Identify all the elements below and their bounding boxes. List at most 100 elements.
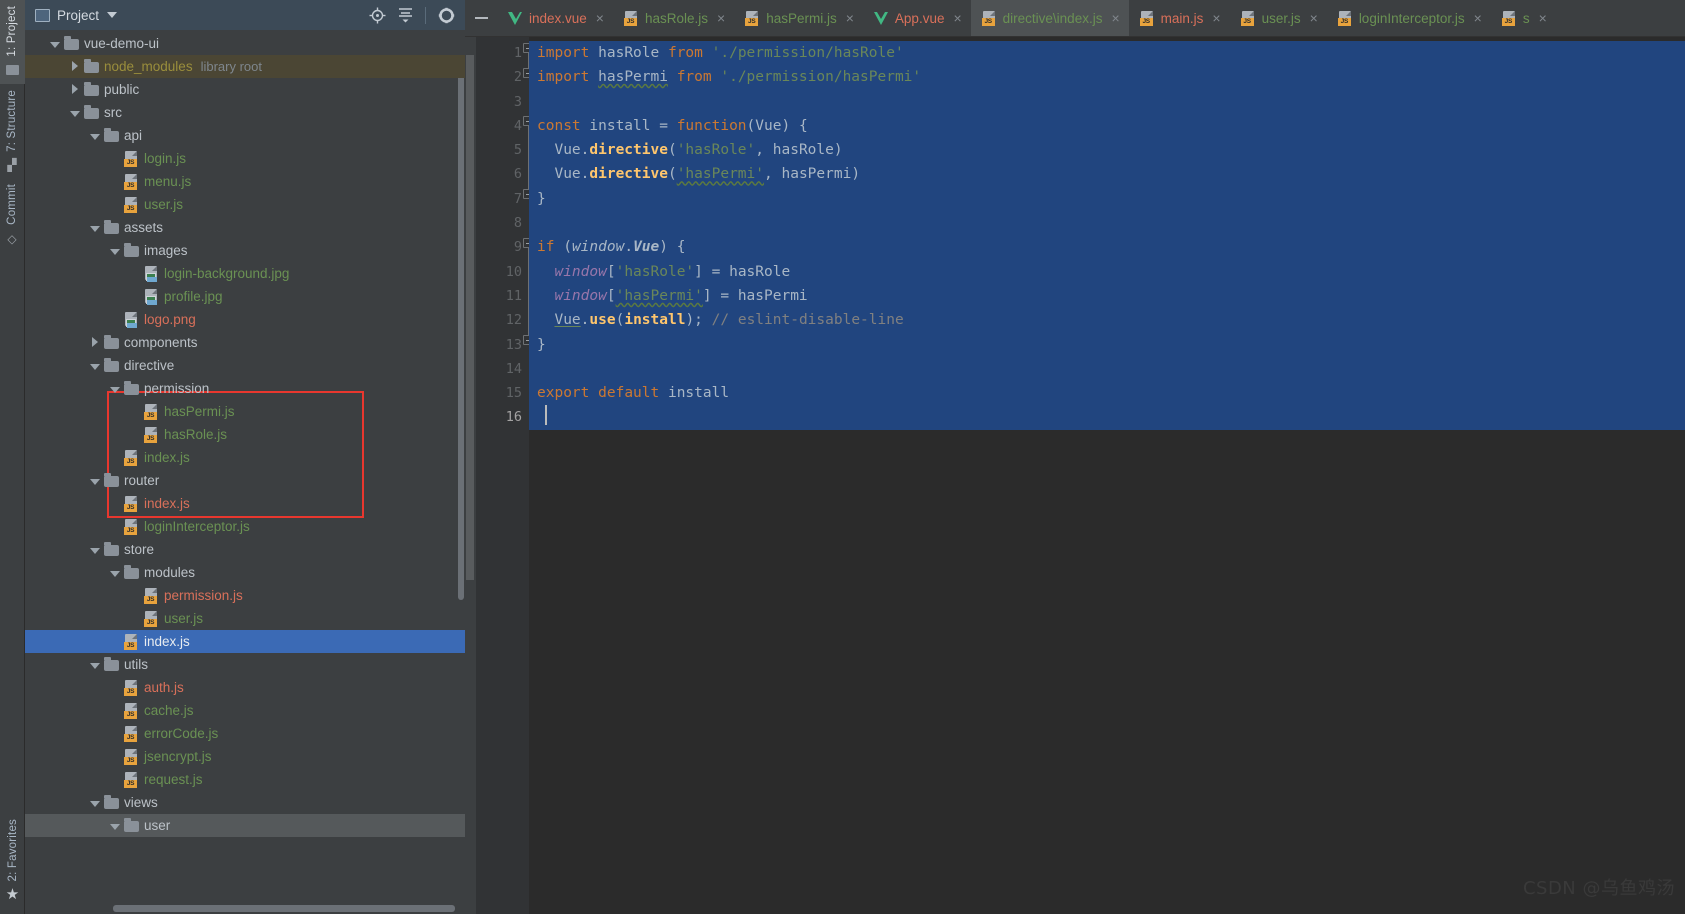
code-editor[interactable]: 1 2 3 4 5 6 7 8 9 10 11 12 13 14 15 16 import hasRole f… — [465, 37, 1685, 914]
chevron-down-icon[interactable] — [107, 12, 118, 18]
tree-row-permission[interactable]: permission — [25, 377, 465, 400]
tree-row-errorcode-js[interactable]: JS errorCode.js — [25, 722, 465, 745]
tree-row-cache-js[interactable]: JS cache.js — [25, 699, 465, 722]
tree-row-logo-png[interactable]: logo.png — [25, 308, 465, 331]
chevron-down-icon[interactable] — [89, 475, 101, 487]
tree-row-label: errorCode.js — [144, 726, 219, 741]
tool-window-button-project[interactable]: 1: Project — [0, 0, 25, 84]
chevron-down-icon[interactable] — [109, 245, 121, 257]
tree-row-label: index.js — [144, 450, 190, 465]
editor-tab-s[interactable]: JS s × — [1491, 0, 1556, 36]
chevron-down-icon[interactable] — [89, 544, 101, 556]
tree-row-user-js[interactable]: JS user.js — [25, 193, 465, 216]
tree-row-vue-demo-ui[interactable]: vue-demo-ui — [25, 32, 465, 55]
tool-window-button-commit[interactable]: Commit ◇ — [0, 178, 25, 252]
close-icon[interactable]: × — [1539, 10, 1547, 26]
minimize-icon[interactable] — [465, 0, 497, 36]
tree-row-auth-js[interactable]: JS auth.js — [25, 676, 465, 699]
project-horizontal-scrollbar[interactable] — [113, 905, 455, 912]
chevron-down-icon[interactable] — [109, 383, 121, 395]
editor-tab-directive-index-js[interactable]: JS directive\index.js × — [970, 0, 1129, 36]
close-icon[interactable]: × — [1212, 10, 1220, 26]
chevron-down-icon[interactable] — [49, 38, 61, 50]
chevron-down-icon[interactable] — [69, 107, 81, 119]
editor-gutter: 1 2 3 4 5 6 7 8 9 10 11 12 13 14 15 16 — [465, 37, 533, 914]
close-icon[interactable]: × — [953, 10, 961, 26]
editor-tab-main-js[interactable]: JS main.js × — [1129, 0, 1230, 36]
chevron-right-icon[interactable] — [89, 336, 101, 349]
chevron-down-icon[interactable] — [89, 222, 101, 234]
source-code: import hasRole from './permission/hasRol… — [529, 41, 1685, 430]
js-file-icon: JS — [124, 518, 139, 535]
tree-row-router[interactable]: router — [25, 469, 465, 492]
editor-tab-logininterceptor-js[interactable]: JS loginInterceptor.js × — [1327, 0, 1491, 36]
tree-row-permission-js[interactable]: JS permission.js — [25, 584, 465, 607]
close-icon[interactable]: × — [1111, 10, 1119, 26]
tree-row-components[interactable]: components — [25, 331, 465, 354]
close-icon[interactable]: × — [717, 10, 725, 26]
tree-row-index-js[interactable]: JS index.js — [25, 630, 465, 653]
tree-row-src[interactable]: src — [25, 101, 465, 124]
js-file-icon: JS — [124, 495, 139, 512]
tree-row-label: permission.js — [164, 588, 243, 603]
tree-row-store[interactable]: store — [25, 538, 465, 561]
code-line: export default install — [537, 385, 730, 402]
editor-tab-app-vue[interactable]: App.vue × — [863, 0, 971, 36]
tree-row-public[interactable]: public — [25, 78, 465, 101]
tree-row-jsencrypt-js[interactable]: JS jsencrypt.js — [25, 745, 465, 768]
tree-row-menu-js[interactable]: JS menu.js — [25, 170, 465, 193]
code-line: Vue.use(install); // eslint-disable-line — [554, 312, 904, 329]
tree-row-index-js[interactable]: JS index.js — [25, 446, 465, 469]
chevron-right-icon[interactable] — [69, 60, 81, 73]
collapse-all-icon[interactable] — [392, 2, 418, 28]
tree-row-login-js[interactable]: JS login.js — [25, 147, 465, 170]
chevron-down-icon[interactable] — [89, 360, 101, 372]
tree-row-label: login-background.jpg — [164, 266, 290, 281]
tree-row-hasrole-js[interactable]: JS hasRole.js — [25, 423, 465, 446]
chevron-down-icon[interactable] — [89, 659, 101, 671]
editor-tab-index-vue[interactable]: index.vue × — [497, 0, 613, 36]
tree-row-directive[interactable]: directive — [25, 354, 465, 377]
editor-tab-haspermi-js[interactable]: JS hasPermi.js × — [734, 0, 863, 36]
locate-target-icon[interactable] — [364, 2, 390, 28]
tree-row-haspermi-js[interactable]: JS hasPermi.js — [25, 400, 465, 423]
chevron-down-icon[interactable] — [109, 820, 121, 832]
tree-row-modules[interactable]: modules — [25, 561, 465, 584]
close-icon[interactable]: × — [1474, 10, 1482, 26]
chevron-down-icon[interactable] — [89, 797, 101, 809]
close-icon[interactable]: × — [1310, 10, 1318, 26]
folder-icon — [104, 128, 119, 142]
js-file-icon: JS — [124, 633, 139, 650]
tool-window-button-structure[interactable]: 7: Structure ▞ — [0, 84, 25, 179]
tree-row-request-js[interactable]: JS request.js — [25, 768, 465, 791]
code-text-area[interactable]: import hasRole from './permission/hasRol… — [529, 37, 1685, 914]
tree-row-index-js[interactable]: JS index.js — [25, 492, 465, 515]
tree-row-user-js[interactable]: JS user.js — [25, 607, 465, 630]
chevron-down-icon[interactable] — [109, 567, 121, 579]
chevron-right-icon[interactable] — [69, 83, 81, 96]
project-file-tree[interactable]: vue-demo-ui node_modules library root publi… — [25, 30, 465, 903]
tree-row-images[interactable]: images — [25, 239, 465, 262]
close-icon[interactable]: × — [596, 10, 604, 26]
tree-row-user[interactable]: user — [25, 814, 465, 837]
tree-row-login-background-jpg[interactable]: login-background.jpg — [25, 262, 465, 285]
tree-row-utils[interactable]: utils — [25, 653, 465, 676]
tree-row-profile-jpg[interactable]: profile.jpg — [25, 285, 465, 308]
close-icon[interactable]: × — [846, 10, 854, 26]
editor-tab-user-js[interactable]: JS user.js × — [1230, 0, 1327, 36]
tree-row-logininterceptor-js[interactable]: JS loginInterceptor.js — [25, 515, 465, 538]
js-file-icon: JS — [124, 725, 139, 742]
tree-row-node-modules[interactable]: node_modules library root — [25, 55, 465, 78]
folder-icon — [104, 795, 119, 809]
tool-window-button-favorites[interactable]: 2: Favorites ★ — [0, 813, 25, 914]
js-file-icon: JS — [124, 771, 139, 788]
tree-row-assets[interactable]: assets — [25, 216, 465, 239]
chevron-down-icon[interactable] — [89, 130, 101, 142]
tree-row-views[interactable]: views — [25, 791, 465, 814]
code-line: const install = function(Vue) { — [537, 117, 808, 134]
editor-tab-hasrole-js[interactable]: JS hasRole.js × — [613, 0, 734, 36]
gear-icon[interactable] — [433, 2, 459, 28]
tree-row-api[interactable]: api — [25, 124, 465, 147]
project-horizontal-scrollbar-track — [25, 903, 465, 914]
editor-left-scrollbar[interactable] — [466, 55, 474, 580]
